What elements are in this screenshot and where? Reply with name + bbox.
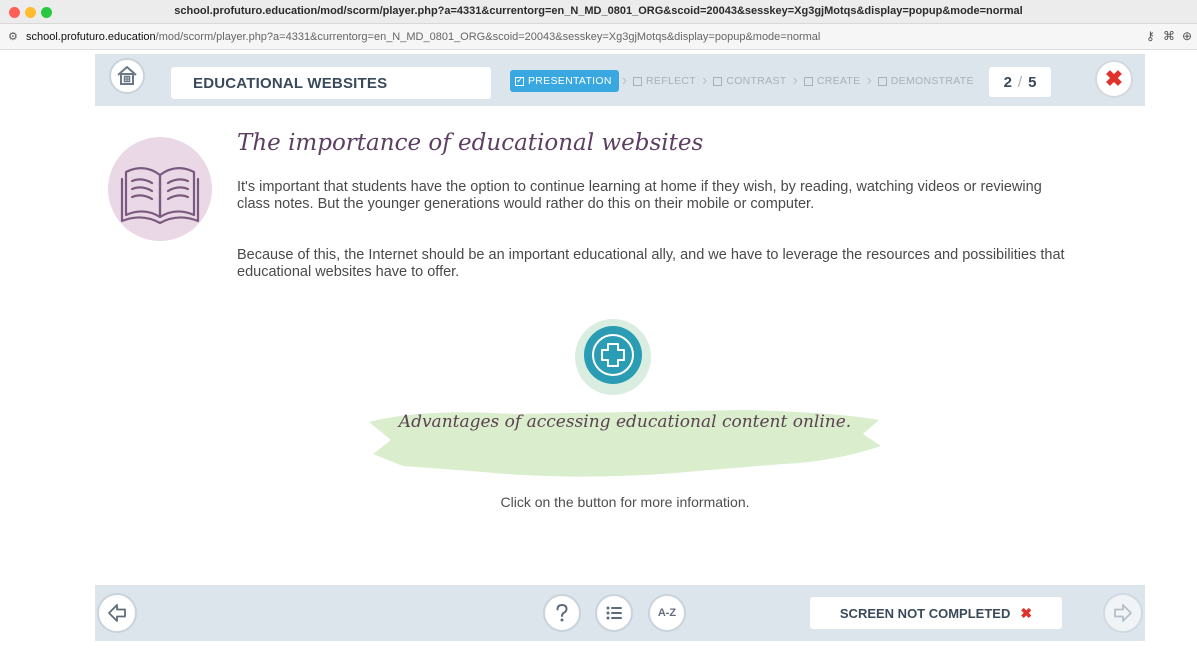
question-icon — [556, 603, 568, 622]
step-label: CONTRAST — [726, 75, 787, 87]
chevron-right-icon: › — [702, 72, 708, 89]
intro-paragraph-2: Because of this, the Internet should be … — [237, 247, 1065, 280]
course-title: EDUCATIONAL WEBSITES — [171, 67, 491, 99]
translate-icon[interactable]: ⌘ — [1163, 29, 1175, 43]
bottom-bar: A-Z SCREEN NOT COMPLETED ✖ — [95, 585, 1145, 641]
window-title-bar: school.profuturo.education/mod/scorm/pla… — [0, 0, 1197, 24]
step-reflect[interactable]: REFLECT — [630, 70, 699, 92]
previous-button[interactable] — [97, 593, 137, 633]
completion-status: SCREEN NOT COMPLETED ✖ — [810, 597, 1062, 629]
close-icon: ✖ — [1104, 66, 1124, 91]
site-settings-icon[interactable]: ⚙ — [8, 30, 18, 43]
step-label: PRESENTATION — [528, 75, 612, 87]
step-label: REFLECT — [646, 75, 696, 87]
checkbox-icon — [803, 76, 813, 86]
page-current: 2 — [1003, 73, 1012, 91]
not-completed-icon: ✖ — [1020, 604, 1033, 621]
step-create[interactable]: CREATE — [801, 70, 864, 92]
zoom-icon[interactable]: ⊕ — [1182, 29, 1192, 43]
checkbox-icon — [877, 76, 887, 86]
checkbox-checked-icon — [515, 75, 524, 86]
window-title: school.profuturo.education/mod/scorm/pla… — [174, 5, 1023, 17]
checkbox-icon — [633, 76, 643, 86]
glossary-label: A-Z — [657, 607, 677, 619]
step-demonstrate[interactable]: DEMONSTRATE — [875, 70, 977, 92]
key-icon[interactable]: ⚷ — [1146, 29, 1155, 43]
home-button[interactable] — [109, 58, 145, 94]
course-player: EDUCATIONAL WEBSITES PRESENTATION › REFL… — [95, 50, 1145, 641]
open-book-icon — [120, 167, 200, 225]
scorm-frame: EDUCATIONAL WEBSITES PRESENTATION › REFL… — [8, 50, 1189, 641]
list-icon — [606, 606, 622, 620]
next-button[interactable] — [1103, 593, 1143, 633]
glossary-button[interactable]: A-Z — [648, 594, 686, 632]
chevron-right-icon: › — [866, 72, 872, 89]
intro-paragraph-1: It's important that students have the op… — [237, 179, 1042, 212]
advantages-title: Advantages of accessing educational cont… — [398, 412, 852, 432]
chevron-right-icon: › — [792, 72, 798, 89]
page-separator: / — [1017, 73, 1023, 91]
status-label: SCREEN NOT COMPLETED — [839, 605, 1011, 621]
close-button[interactable]: ✖ — [1095, 60, 1133, 98]
step-progress: PRESENTATION › REFLECT › CONTRAST › CREA… — [510, 70, 977, 92]
page-total: 5 — [1028, 73, 1037, 91]
help-button[interactable] — [543, 594, 581, 632]
step-label: DEMONSTRATE — [890, 75, 974, 87]
index-button[interactable] — [595, 594, 633, 632]
course-title-text: EDUCATIONAL WEBSITES — [193, 75, 388, 92]
address-bar[interactable]: ⚙ school.profuturo.education/mod/scorm/p… — [0, 24, 1197, 50]
chevron-right-icon: › — [621, 72, 628, 89]
book-illustration — [108, 137, 212, 241]
page-heading: The importance of educational websites — [237, 130, 704, 156]
checkbox-icon — [713, 76, 723, 86]
top-bar: EDUCATIONAL WEBSITES PRESENTATION › REFL… — [95, 54, 1145, 106]
step-contrast[interactable]: CONTRAST — [710, 70, 789, 92]
arrow-right-icon — [1114, 604, 1132, 622]
arrow-left-icon — [108, 604, 126, 622]
click-hint: Click on the button for more information… — [500, 494, 750, 510]
page-counter: 2 / 5 — [989, 67, 1051, 97]
step-label: CREATE — [816, 75, 861, 87]
url-host: school.profuturo.education — [26, 31, 156, 43]
step-presentation[interactable]: PRESENTATION — [510, 70, 619, 92]
more-info-button[interactable] — [573, 317, 653, 397]
url-text[interactable]: school.profuturo.education/mod/scorm/pla… — [26, 31, 820, 43]
home-icon — [117, 66, 137, 85]
plus-icon — [575, 319, 651, 395]
url-path: /mod/scorm/player.php?a=4331&currentorg=… — [155, 31, 821, 43]
